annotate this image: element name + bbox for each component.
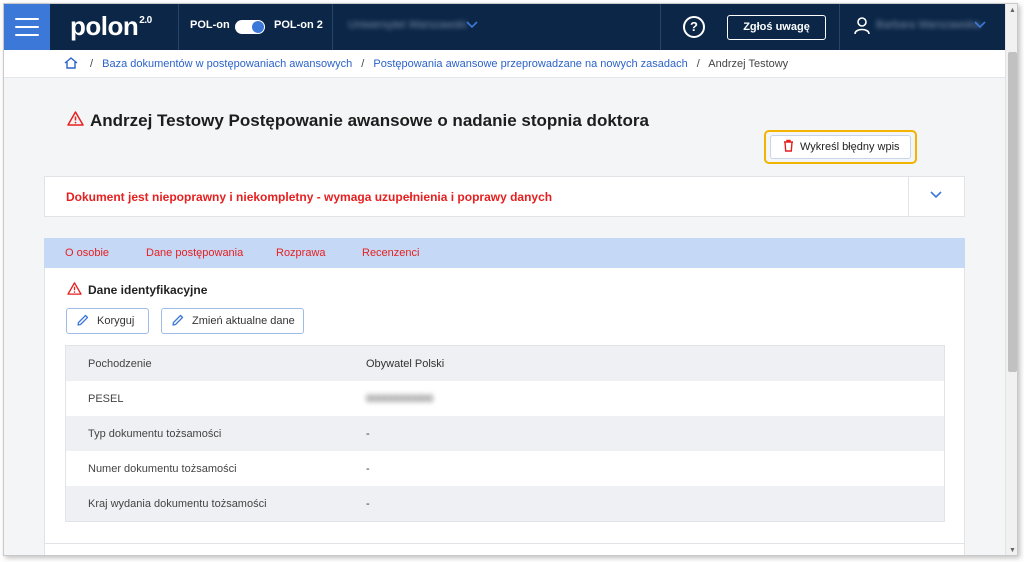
strike-entry-label: Wykreśl błędny wpis: [800, 141, 900, 153]
top-bar: polon2.0 POL-on POL-on 2 Uniwersytet War…: [4, 4, 1005, 50]
row-value: -: [366, 498, 370, 510]
table-row: PESEL 00000000000: [66, 381, 944, 416]
breadcrumb-link-documents[interactable]: Baza dokumentów w postępowaniach awansow…: [102, 58, 352, 70]
table-row: Numer dokumentu tożsamości -: [66, 451, 944, 486]
scroll-thumb[interactable]: [1008, 52, 1017, 372]
menu-icon[interactable]: [4, 4, 50, 50]
scrollbar[interactable]: ▲ ▼: [1005, 4, 1017, 555]
chevron-down-icon[interactable]: [974, 18, 986, 32]
strike-entry-button[interactable]: Wykreśl błędny wpis: [770, 135, 911, 159]
row-value: Obywatel Polski: [366, 358, 445, 370]
identification-card: Dane identyfikacyjne Koryguj Zmień aktua…: [44, 268, 965, 544]
divider: [839, 4, 840, 50]
highlight-frame: Wykreśl błędny wpis: [764, 130, 917, 164]
breadcrumb-link-proceedings[interactable]: Postępowania awansowe przeprowadzane na …: [373, 58, 687, 70]
tab-about-person[interactable]: O osobie: [65, 247, 109, 259]
change-current-data-label: Zmień aktualne dane: [192, 315, 295, 327]
breadcrumb: / Baza dokumentów w postępowaniach awans…: [4, 50, 1005, 78]
page-title: Andrzej Testowy Postępowanie awansowe o …: [90, 111, 649, 130]
breadcrumb-current: Andrzej Testowy: [708, 58, 789, 70]
logo-version: 2.0: [139, 15, 152, 27]
divider: [178, 4, 179, 50]
tab-dissertation[interactable]: Rozprawa: [276, 247, 326, 259]
section-title: Dane identyfikacyjne: [88, 283, 208, 297]
row-label: PESEL: [88, 393, 124, 405]
environment-toggle[interactable]: [235, 20, 265, 34]
logo-text: polon: [70, 11, 139, 41]
tab-reviewers[interactable]: Recenzenci: [362, 247, 419, 259]
warning-icon: [67, 111, 84, 131]
chevron-down-icon[interactable]: [930, 188, 942, 202]
toggle-knob: [252, 21, 264, 33]
section-header: Dane identyfikacyjne: [67, 282, 207, 298]
env-label-polon: POL-on: [190, 19, 230, 31]
app-window: polon2.0 POL-on POL-on 2 Uniwersytet War…: [3, 3, 1018, 556]
row-label: Kraj wydania dokumentu tożsamości: [88, 498, 267, 510]
correct-button[interactable]: Koryguj: [66, 308, 149, 334]
row-label: Typ dokumentu tożsamości: [88, 428, 222, 440]
scroll-down-arrow[interactable]: ▼: [1009, 547, 1016, 554]
env-label-polon2: POL-on 2: [274, 19, 323, 31]
correct-label: Koryguj: [97, 315, 135, 327]
user-name[interactable]: Barbara Warszawska: [876, 19, 980, 31]
warning-icon: [67, 282, 82, 298]
help-icon[interactable]: ?: [683, 16, 705, 38]
change-current-data-button[interactable]: Zmień aktualne dane: [161, 308, 304, 334]
section-tabs: O osobie Dane postępowania Rozprawa Rece…: [44, 238, 965, 268]
report-issue-button[interactable]: Zgłoś uwagę: [727, 15, 826, 40]
divider: [908, 177, 909, 216]
alert-message: Dokument jest niepoprawny i niekompletny…: [66, 190, 553, 204]
home-icon[interactable]: [64, 57, 78, 69]
user-icon[interactable]: [854, 17, 870, 35]
scroll-up-arrow[interactable]: ▲: [1009, 7, 1016, 14]
row-label: Pochodzenie: [88, 358, 152, 370]
row-label: Numer dokumentu tożsamości: [88, 463, 237, 475]
trash-icon: [783, 139, 794, 155]
row-value: -: [366, 463, 370, 475]
institution-selector[interactable]: Uniwersytet Warszawski: [348, 19, 467, 31]
identification-table: Pochodzenie Obywatel Polski PESEL 000000…: [65, 345, 945, 522]
table-row: Pochodzenie Obywatel Polski: [66, 346, 944, 381]
row-value: 00000000000: [366, 393, 434, 405]
page-header: Andrzej Testowy Postępowanie awansowe o …: [67, 111, 649, 131]
validation-alert[interactable]: Dokument jest niepoprawny i niekompletny…: [44, 176, 965, 217]
row-value: -: [366, 428, 370, 440]
divider: [332, 4, 333, 50]
table-row: Kraj wydania dokumentu tożsamości -: [66, 486, 944, 521]
logo[interactable]: polon2.0: [70, 11, 152, 42]
pencil-icon: [77, 314, 89, 329]
tab-proceeding-data[interactable]: Dane postępowania: [146, 247, 243, 259]
divider: [660, 4, 661, 50]
chevron-down-icon[interactable]: [466, 18, 478, 32]
next-card-edge: [44, 544, 965, 555]
table-row: Typ dokumentu tożsamości -: [66, 416, 944, 451]
pencil-icon: [172, 314, 184, 329]
